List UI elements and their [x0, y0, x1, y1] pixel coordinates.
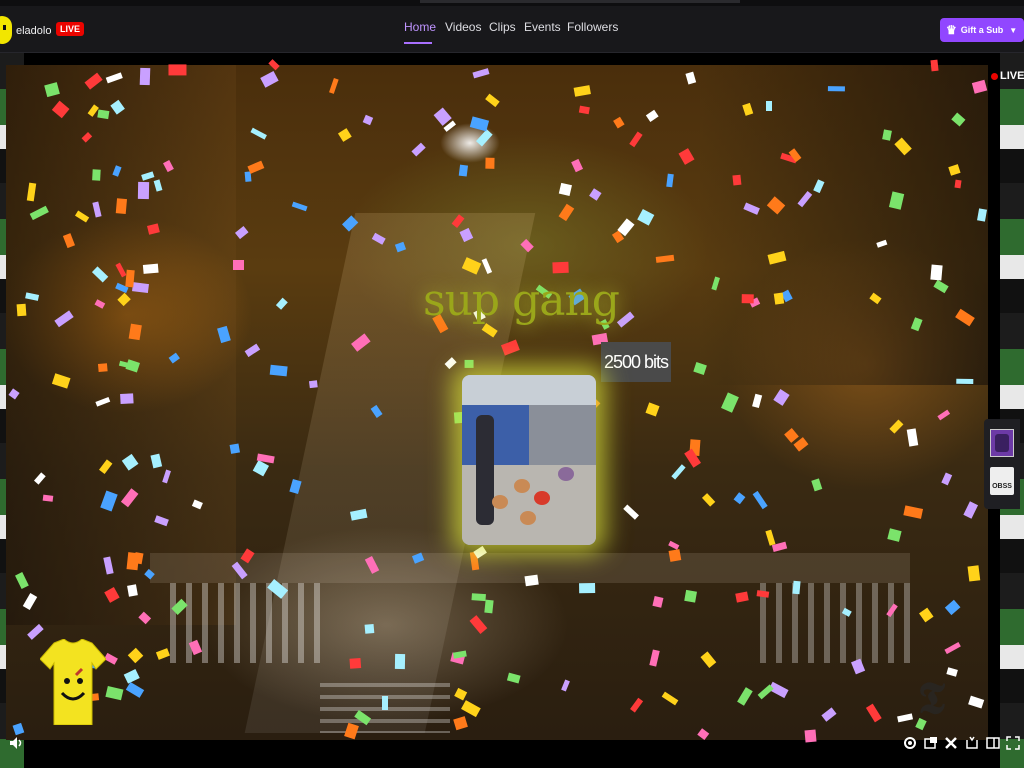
nav-home[interactable]: Home: [404, 20, 436, 34]
nav-active-underline: [404, 42, 432, 44]
confetti-piece: [552, 262, 568, 274]
confetti-piece: [168, 64, 187, 76]
alert-message-text: sup gang: [423, 275, 620, 326]
player-controls: [0, 735, 1024, 761]
confetti-piece: [229, 442, 240, 454]
confetti-piece: [458, 164, 468, 178]
confetti-piece: [483, 599, 494, 613]
confetti-piece: [665, 173, 674, 188]
confetti-piece: [127, 584, 138, 598]
confetti-piece: [471, 592, 486, 602]
confetti-piece: [756, 589, 770, 598]
confetti-piece: [138, 181, 149, 200]
live-indicator: LIVE: [991, 70, 1024, 82]
confetti-piece: [930, 59, 940, 72]
confetti-piece: [97, 108, 110, 119]
smiley-shirt-image: [40, 639, 106, 725]
close-icon[interactable]: [941, 735, 961, 755]
confetti-piece: [126, 552, 140, 571]
top-strip: [0, 0, 1024, 6]
extension-obss-label: OBSS: [992, 483, 1012, 490]
fullscreen-icon[interactable]: [1003, 735, 1023, 755]
video-crosswalk: [760, 583, 910, 663]
nav-videos[interactable]: Videos: [445, 20, 481, 34]
confetti-piece: [119, 393, 134, 404]
confetti-piece: [364, 623, 375, 633]
nav-followers[interactable]: Followers: [567, 20, 618, 34]
video-building-left: [6, 65, 236, 625]
confetti-piece: [524, 575, 539, 587]
alert-image-dog: [558, 467, 574, 481]
confetti-piece: [578, 583, 596, 594]
confetti-piece: [233, 260, 244, 270]
confetti-piece: [139, 67, 151, 85]
confetti-piece: [967, 565, 981, 583]
bits-amount-label: 2500 bits: [601, 342, 671, 382]
gift-sub-label: Gift a Sub: [960, 25, 1004, 35]
alert-image: [462, 375, 596, 545]
confetti-piece: [668, 549, 682, 563]
video-building-right: [700, 65, 988, 385]
confetti-piece: [308, 380, 318, 388]
video-player[interactable]: sup gang 2500 bits OBSS LIVE 𝕿: [0, 53, 1024, 768]
alert-message: sup gang: [4, 275, 1024, 326]
top-strip-segment: [420, 0, 740, 3]
confetti-piece: [766, 100, 772, 112]
live-badge: LIVE: [56, 22, 85, 36]
alert-image-dog: [514, 479, 530, 493]
live-indicator-label: LIVE: [1000, 70, 1024, 82]
live-dot-icon: [991, 72, 998, 80]
picture-in-picture-icon[interactable]: [921, 735, 941, 755]
avatar-eye-right: [3, 25, 6, 30]
crown-icon: ♛: [946, 23, 957, 37]
extension-obss-button[interactable]: OBSS: [990, 467, 1014, 495]
volume-icon[interactable]: [6, 735, 26, 755]
confetti-piece: [92, 169, 102, 181]
confetti-piece: [348, 657, 361, 669]
confetti-piece: [394, 653, 405, 669]
confetti-piece: [464, 359, 474, 368]
confetti-piece: [732, 175, 742, 186]
extension-avatar-image: [995, 434, 1009, 452]
alert-image-dog: [534, 491, 550, 505]
confetti-piece: [791, 580, 800, 595]
extension-avatar-button[interactable]: [990, 429, 1014, 457]
theatre-mode-icon[interactable]: [962, 735, 982, 755]
confetti-piece: [97, 363, 108, 372]
confetti-piece: [114, 198, 127, 214]
settings-icon[interactable]: [900, 735, 920, 755]
confetti-piece: [828, 86, 846, 92]
top-nav-bar: eladolo LIVE Home Videos Clips Events Fo…: [0, 0, 1024, 53]
confetti-piece: [558, 182, 572, 196]
confetti-piece: [382, 696, 389, 710]
confetti-piece: [142, 263, 159, 274]
channel-name[interactable]: eladolo: [16, 25, 51, 37]
alert-image-person: [476, 415, 494, 525]
confetti-piece: [269, 364, 288, 377]
confetti-piece: [484, 157, 495, 169]
sidebar-icon[interactable]: [983, 735, 1003, 755]
gift-sub-button[interactable]: ♛ Gift a Sub ▼: [940, 18, 1024, 42]
nyt-watermark-logo: 𝕿: [918, 673, 946, 724]
right-border-pattern: [1000, 53, 1024, 768]
chevron-down-icon: ▼: [1009, 25, 1018, 35]
nav-clips[interactable]: Clips: [489, 20, 516, 34]
alert-image-dog: [492, 495, 508, 509]
channel-avatar[interactable]: [0, 16, 12, 44]
alert-image-dog: [520, 511, 536, 525]
nav-events[interactable]: Events: [524, 20, 561, 34]
confetti-piece: [887, 528, 902, 542]
confetti-piece: [955, 378, 973, 385]
